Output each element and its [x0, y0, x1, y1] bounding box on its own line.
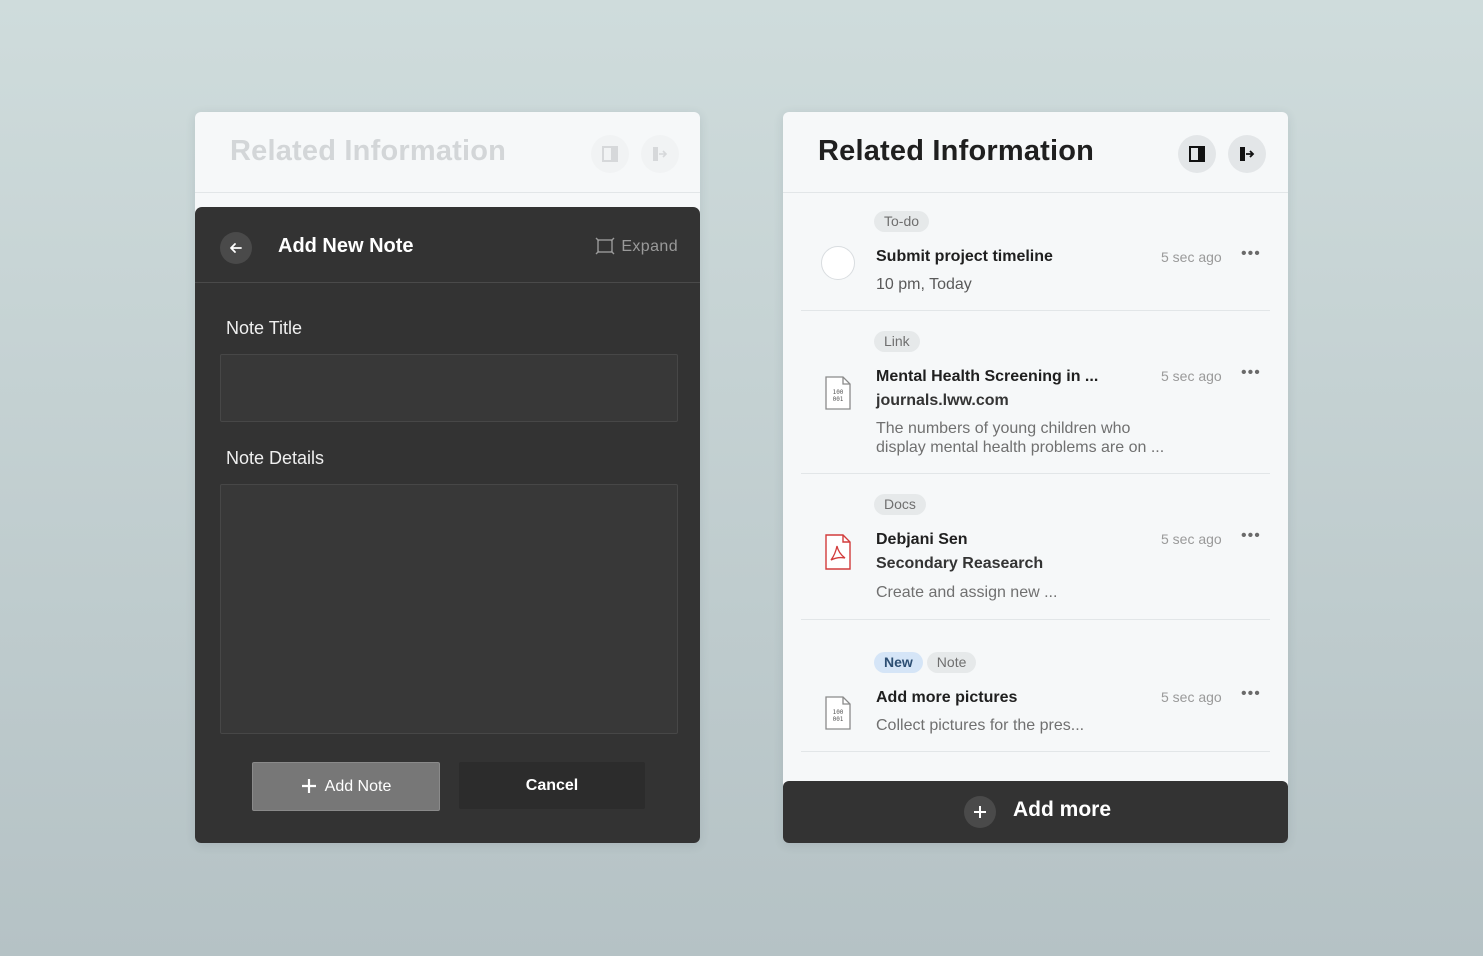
binary-file-icon: 100 001 — [825, 376, 851, 410]
plus-icon — [974, 806, 986, 818]
item-snippet: Collect pictures for the pres... — [876, 717, 1085, 734]
exit-panel-button[interactable] — [641, 135, 679, 173]
more-options-icon[interactable]: ••• — [1241, 685, 1261, 703]
panel-header: Related Information — [195, 112, 700, 193]
tag-list: Link — [874, 331, 924, 352]
add-more-button[interactable]: Add more — [783, 781, 1288, 843]
item-title: Submit project timeline — [876, 248, 1053, 265]
tag-chip: Link — [874, 331, 920, 352]
list-item-docs[interactable]: Docs Debjani Sen Secondary Reasearch Cre… — [801, 474, 1270, 620]
dock-panel-button[interactable] — [591, 135, 629, 173]
panel-title: Related Information — [818, 135, 1095, 167]
form-header: Add New Note Expand — [195, 207, 700, 283]
list-item-todo[interactable]: To-do Submit project timeline 10 pm, Tod… — [801, 192, 1270, 311]
svg-text:001: 001 — [833, 716, 844, 723]
more-options-icon[interactable]: ••• — [1241, 245, 1261, 263]
tag-chip: Note — [926, 652, 977, 673]
dock-panel-button[interactable] — [1178, 135, 1216, 173]
plus-icon — [301, 779, 316, 793]
note-title-label: Note Title — [226, 318, 303, 338]
more-options-icon[interactable]: ••• — [1241, 527, 1261, 545]
item-due-text: 10 pm, Today — [876, 276, 972, 293]
tag-chip: To-do — [874, 211, 930, 232]
list-item-note[interactable]: New Note 100 001 Add more pictures Collec… — [801, 620, 1270, 752]
plus-circle — [964, 796, 996, 828]
add-more-label: Add more — [1013, 798, 1112, 821]
expand-button[interactable]: Expand — [595, 237, 678, 256]
note-details-textarea[interactable] — [220, 484, 678, 734]
add-note-label: Add Note — [324, 778, 392, 795]
arrow-left-icon — [230, 243, 242, 253]
item-title: Debjani Sen — [876, 531, 968, 548]
related-info-panel-left: Related Information Add New Note Expand … — [195, 112, 700, 843]
dock-icon — [602, 146, 618, 162]
item-timestamp: 5 sec ago — [1161, 531, 1222, 547]
binary-file-icon: 100 001 — [825, 696, 851, 730]
pdf-file-icon — [825, 534, 851, 570]
exit-icon — [653, 147, 668, 161]
panel-header: Related Information — [783, 112, 1288, 193]
expand-label: Expand — [621, 238, 678, 255]
item-snippet-line2: display mental health problems are on ..… — [876, 439, 1165, 456]
item-timestamp: 5 sec ago — [1161, 368, 1222, 384]
item-snippet: Create and assign new ... — [876, 584, 1058, 601]
note-title-input[interactable] — [220, 354, 678, 422]
more-options-icon[interactable]: ••• — [1241, 364, 1261, 382]
item-snippet-line1: The numbers of young children who — [876, 420, 1131, 437]
item-timestamp: 5 sec ago — [1161, 689, 1222, 705]
tag-chip: Docs — [874, 494, 926, 515]
list-item-link[interactable]: Link 100 001 Mental Health Screening in … — [801, 311, 1270, 474]
tag-chip-new: New — [874, 652, 923, 673]
item-title: Add more pictures — [876, 689, 1018, 706]
exit-panel-button[interactable] — [1228, 135, 1266, 173]
note-details-label: Note Details — [226, 448, 325, 468]
item-title: Mental Health Screening in ... — [876, 368, 1099, 385]
panel-title: Related Information — [230, 135, 507, 167]
exit-icon — [1240, 147, 1255, 161]
item-timestamp: 5 sec ago — [1161, 249, 1222, 265]
svg-text:100: 100 — [833, 709, 844, 716]
item-link-domain[interactable]: journals.lww.com — [876, 392, 1009, 410]
dock-icon — [1189, 146, 1205, 162]
add-note-form: Add New Note Expand Note Title Note Deta… — [195, 207, 700, 843]
expand-icon — [595, 237, 615, 255]
todo-checkbox[interactable] — [821, 246, 855, 280]
cancel-button[interactable]: Cancel — [459, 762, 645, 809]
add-note-button[interactable]: Add Note — [252, 762, 440, 811]
tag-list: New Note — [874, 652, 980, 673]
tag-list: To-do — [874, 211, 933, 232]
back-button[interactable] — [220, 232, 252, 264]
svg-text:001: 001 — [833, 396, 844, 403]
form-title: Add New Note — [278, 235, 414, 257]
tag-list: Docs — [874, 494, 930, 515]
related-info-panel-right: Related Information To-do Submit project… — [783, 112, 1288, 843]
svg-text:100: 100 — [833, 389, 844, 396]
item-subtitle: Secondary Reasearch — [876, 555, 1044, 572]
